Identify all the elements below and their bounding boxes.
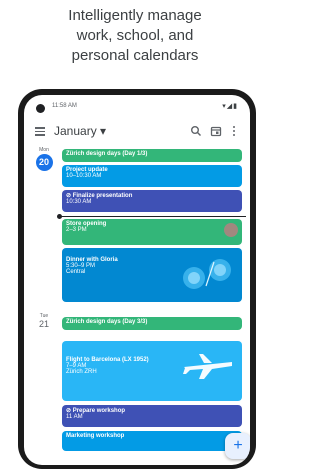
phone-screen: 11:58 AM ▾◢▮ January ▾ Mon 20 Zürich des… (24, 95, 250, 465)
tagline-line-3: personal calendars (71, 47, 199, 64)
day-of-week: Mon (39, 147, 49, 153)
front-camera (36, 104, 45, 113)
day-header-mon[interactable]: Mon 20 (32, 147, 56, 171)
tagline-line-1: Intelligently manage (68, 7, 202, 24)
create-event-button[interactable]: + (225, 433, 250, 459)
current-time-line (60, 216, 246, 217)
status-icons: ▾◢▮ (222, 103, 238, 110)
event-dinner-with-gloria[interactable]: Dinner with Gloria 5:30–9 PM Central (62, 248, 242, 302)
tagline-line-2: work, school, and (76, 27, 194, 44)
day-header-tue[interactable]: Tue 21 (32, 313, 56, 329)
tagline: Intelligently manage work, school, and p… (0, 6, 270, 66)
app-bar: January ▾ (24, 119, 250, 145)
day-number: 21 (38, 319, 49, 329)
menu-icon[interactable] (35, 127, 45, 136)
status-time: 11:58 AM (52, 103, 77, 109)
phone-frame: 11:58 AM ▾◢▮ January ▾ Mon 20 Zürich des… (18, 89, 256, 469)
event-zurich-day-1[interactable]: Zürich design days (Day 1/3) (62, 149, 242, 162)
calendar-today-icon[interactable] (210, 125, 222, 137)
month-selector[interactable]: January ▾ (54, 124, 106, 138)
airplane-icon (183, 354, 232, 379)
event-zurich-day-3[interactable]: Zürich design days (Day 3/3) (62, 317, 242, 330)
search-icon[interactable] (190, 125, 202, 137)
event-flight-barcelona[interactable]: Flight to Barcelona (LX 1952) 7–9 AM Zür… (62, 341, 242, 401)
dinner-plates-illustration (183, 259, 231, 289)
avatar (224, 223, 238, 237)
day-number: 20 (35, 154, 53, 171)
more-options-icon[interactable] (232, 125, 236, 137)
event-store-opening[interactable]: Store opening 2–3 PM (62, 219, 242, 245)
event-prepare-workshop[interactable]: ⊘ Prepare workshop 11 AM (62, 405, 242, 427)
event-marketing-workshop[interactable]: Marketing workshop (62, 431, 242, 451)
event-project-update[interactable]: Project update 10–10:30 AM (62, 165, 242, 187)
event-finalize-presentation[interactable]: ⊘ Finalize presentation 10:30 AM (62, 190, 242, 212)
